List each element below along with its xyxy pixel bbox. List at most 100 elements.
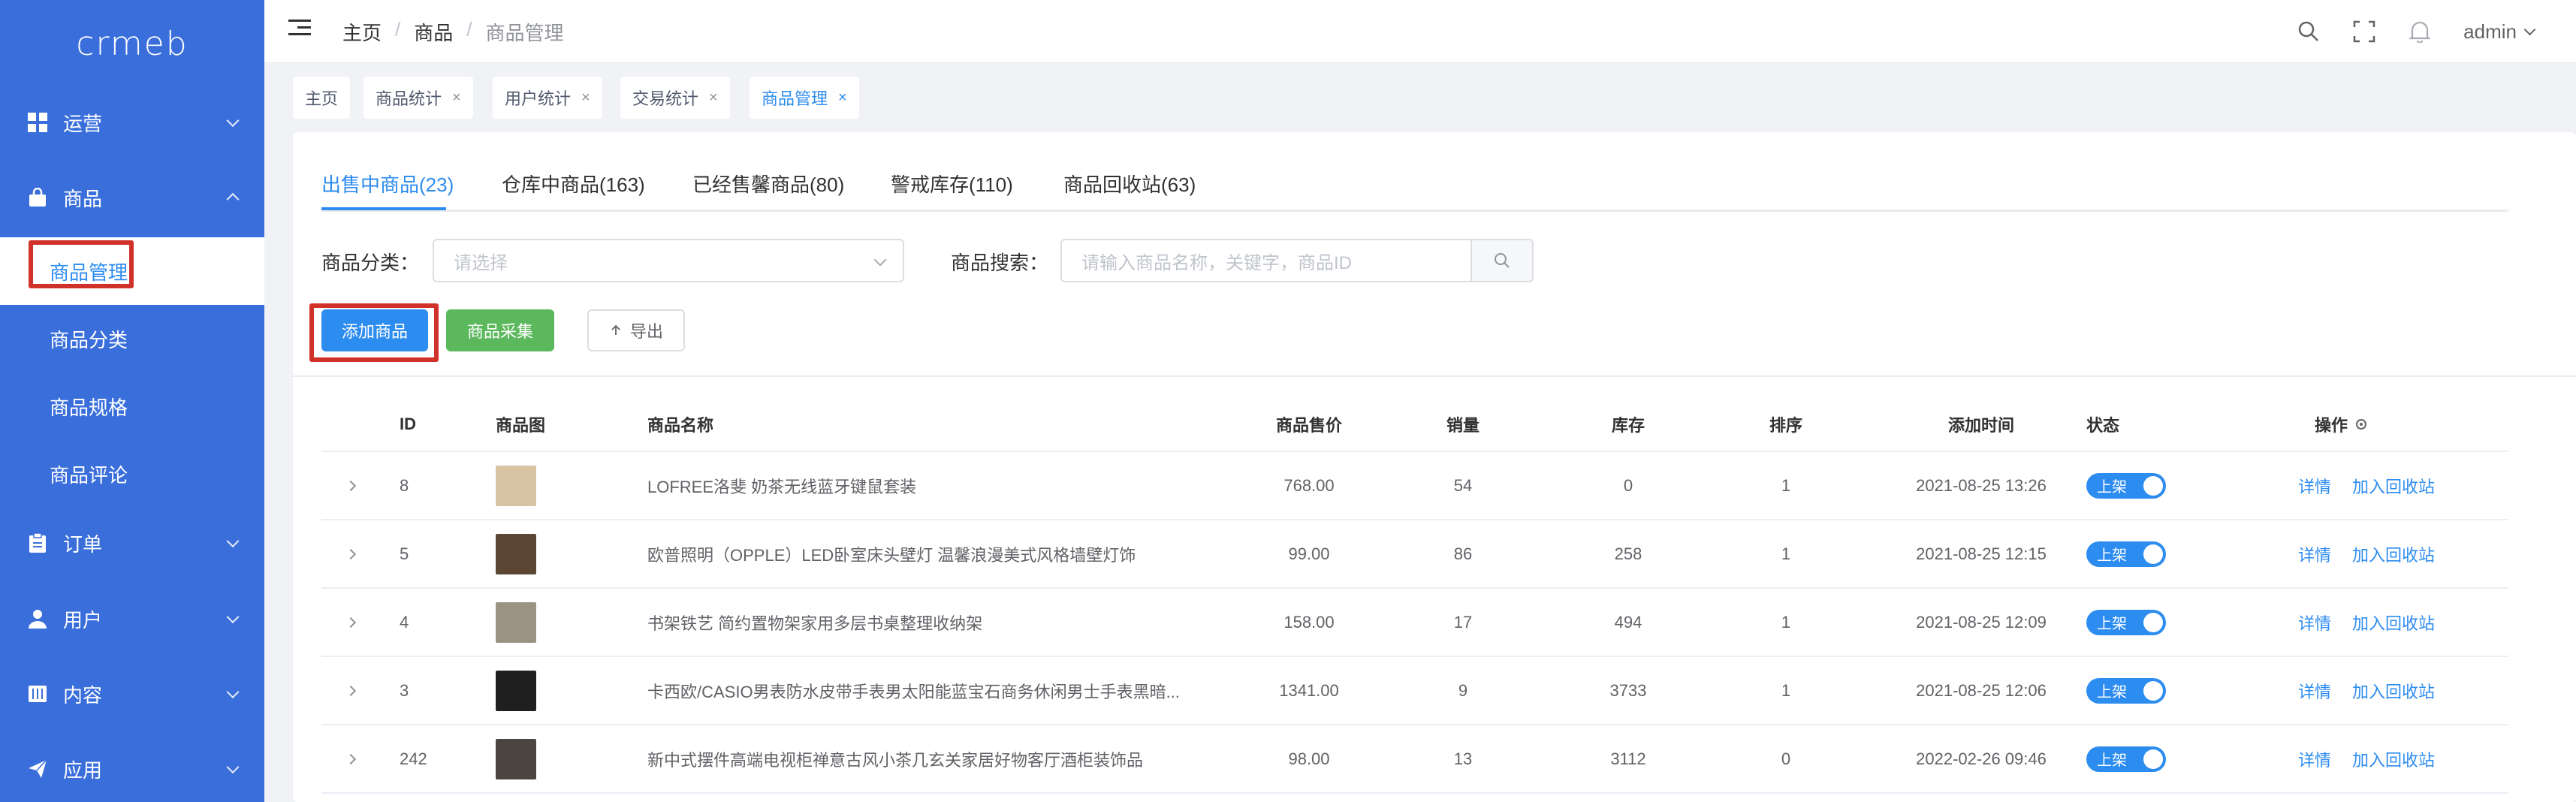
tag-label: 用户统计 [505, 89, 572, 108]
breadcrumb-home[interactable]: 主页 [342, 18, 382, 46]
detail-link[interactable]: 详情 [2298, 589, 2331, 656]
product-thumbnail[interactable] [496, 589, 536, 656]
table-row[interactable]: 242 新中式摆件高端电视柜禅意古风小茶几玄关家居好物客厅酒柜装饰品 98.00… [321, 725, 2508, 794]
category-select[interactable]: 请选择 [433, 239, 904, 282]
tab-on-sale[interactable]: 出售中商品(23) [321, 170, 454, 197]
product-thumbnail[interactable] [496, 452, 536, 519]
recycle-link[interactable]: 加入回收站 [2352, 725, 2435, 792]
status-toggle[interactable]: 上架 [2086, 520, 2166, 587]
tag-home[interactable]: 主页 [293, 77, 351, 119]
close-icon[interactable]: × [709, 89, 718, 107]
cell-id: 242 [400, 749, 427, 768]
status-toggle[interactable]: 上架 [2086, 725, 2166, 792]
detail-link[interactable]: 详情 [2298, 657, 2331, 724]
col-sales: 销量 [1446, 416, 1480, 435]
bag-icon [27, 187, 48, 208]
submenu-item-product-spec[interactable]: 商品规格 [0, 372, 264, 440]
tag-user-stats[interactable]: 用户统计 × [493, 77, 602, 119]
user-menu[interactable]: admin [2463, 20, 2536, 44]
product-thumbnail[interactable] [496, 725, 536, 792]
status-toggle[interactable]: 上架 [2086, 589, 2166, 656]
gear-icon[interactable] [2354, 417, 2369, 432]
cell-id: 5 [400, 544, 409, 563]
tag-product-management[interactable]: 商品管理 × [750, 77, 859, 119]
sidebar-item-orders[interactable]: 订单 [0, 505, 264, 580]
submenu-item-product-review[interactable]: 商品评论 [0, 440, 264, 508]
cell-stock: 3733 [1609, 680, 1647, 700]
sidebar-item-users[interactable]: 用户 [0, 581, 264, 656]
expand-chevron-icon[interactable] [345, 725, 362, 792]
sidebar-item-content[interactable]: 内容 [0, 656, 264, 731]
cell-name: 新中式摆件高端电视柜禅意古风小茶几玄关家居好物客厅酒柜装饰品 [647, 750, 1144, 770]
menu-toggle-icon[interactable] [288, 20, 311, 39]
table-row[interactable]: 4 书架铁艺 简约置物架家用多层书桌整理收纳架 158.00 17 494 1 … [321, 589, 2508, 657]
col-image: 商品图 [496, 416, 546, 435]
recycle-link[interactable]: 加入回收站 [2352, 452, 2435, 519]
app-logo[interactable]: crmeb [0, 0, 264, 87]
tab-sold-out[interactable]: 已经售馨商品(80) [692, 170, 844, 197]
expand-chevron-icon[interactable] [345, 452, 362, 519]
breadcrumb-products[interactable]: 商品 [414, 18, 453, 46]
status-toggle[interactable]: 上架 [2086, 452, 2166, 519]
tab-stock-alert[interactable]: 警戒库存(110) [891, 170, 1013, 197]
recycle-link[interactable]: 加入回收站 [2352, 657, 2435, 724]
table-header-row: ID 商品图 商品名称 商品售价 销量 库存 排序 添加时间 状态 操作 [321, 398, 2508, 452]
sidebar-item-label: 内容 [63, 683, 103, 707]
expand-chevron-icon[interactable] [345, 520, 362, 587]
detail-link[interactable]: 详情 [2298, 725, 2331, 792]
recycle-link[interactable]: 加入回收站 [2352, 520, 2435, 587]
breadcrumb-separator: / [395, 18, 401, 41]
tab-in-warehouse[interactable]: 仓库中商品(163) [502, 170, 645, 197]
tab-recycle-bin[interactable]: 商品回收站(63) [1063, 170, 1196, 197]
export-button[interactable]: 导出 [587, 309, 685, 351]
cell-sales: 13 [1453, 749, 1473, 768]
tag-trade-stats[interactable]: 交易统计 × [620, 77, 730, 119]
detail-link-label: 详情 [2298, 545, 2332, 565]
cell-sort: 0 [1781, 749, 1791, 768]
collect-product-button[interactable]: 商品采集 [446, 309, 554, 351]
cell-name: 书架铁艺 简约置物架家用多层书桌整理收纳架 [647, 614, 983, 633]
detail-link-label: 详情 [2298, 682, 2332, 701]
search-icon[interactable] [2297, 20, 2321, 44]
tag-label: 交易统计 [632, 89, 699, 108]
product-thumbnail[interactable] [496, 520, 536, 587]
close-icon[interactable]: × [452, 89, 461, 107]
recycle-link[interactable]: 加入回收站 [2352, 589, 2435, 656]
product-thumbnail[interactable] [496, 657, 536, 724]
search-label: 商品搜索： [951, 252, 1049, 274]
submenu-item-product-category[interactable]: 商品分类 [0, 305, 264, 372]
status-toggle-label: 上架 [2086, 472, 2166, 499]
expand-chevron-icon[interactable] [345, 589, 362, 656]
product-search-input[interactable]: 请输入商品名称，关键字，商品ID [1060, 239, 1472, 282]
detail-link-label: 详情 [2298, 750, 2332, 770]
table-row[interactable]: 3 卡西欧/CASIO男表防水皮带手表男太阳能蓝宝石商务休闲男士手表黑暗... … [321, 657, 2508, 725]
status-toggle-label: 上架 [2086, 609, 2166, 635]
cell-time: 2021-08-25 12:09 [1916, 612, 2047, 632]
bell-icon[interactable] [2408, 20, 2432, 44]
search-button[interactable] [1470, 239, 1534, 282]
detail-link[interactable]: 详情 [2298, 520, 2331, 587]
sidebar-item-products[interactable]: 商品 [0, 160, 264, 235]
expand-chevron-icon[interactable] [345, 657, 362, 724]
cell-sort: 1 [1781, 612, 1791, 632]
col-ops-label: 操作 [2314, 416, 2348, 435]
tag-product-stats[interactable]: 商品统计 × [363, 77, 473, 119]
sidebar-item-operations[interactable]: 运营 [0, 85, 264, 160]
sidebar-item-label: 商品 [63, 187, 103, 210]
highlight-box [309, 303, 439, 362]
recycle-link-label: 加入回收站 [2352, 682, 2436, 701]
status-toggle-label: 上架 [2086, 746, 2166, 772]
cell-time: 2021-08-25 12:06 [1916, 680, 2047, 700]
fullscreen-icon[interactable] [2352, 20, 2376, 44]
detail-link[interactable]: 详情 [2298, 452, 2331, 519]
close-icon[interactable]: × [838, 89, 847, 107]
status-toggle[interactable]: 上架 [2086, 657, 2166, 724]
sidebar-item-apps[interactable]: 应用 [0, 731, 264, 802]
table-row[interactable]: 8 LOFREE洛斐 奶茶无线蓝牙键鼠套装 768.00 54 0 1 2021… [321, 452, 2508, 520]
cell-name: 卡西欧/CASIO男表防水皮带手表男太阳能蓝宝石商务休闲男士手表黑暗... [647, 682, 1180, 701]
divider [293, 375, 2576, 377]
close-icon[interactable]: × [581, 89, 590, 107]
upload-icon [611, 324, 620, 335]
col-ops: 操作 [2252, 398, 2432, 451]
table-row[interactable]: 5 欧普照明（OPPLE）LED卧室床头壁灯 温馨浪漫美式风格墙壁灯饰 99.0… [321, 520, 2508, 589]
